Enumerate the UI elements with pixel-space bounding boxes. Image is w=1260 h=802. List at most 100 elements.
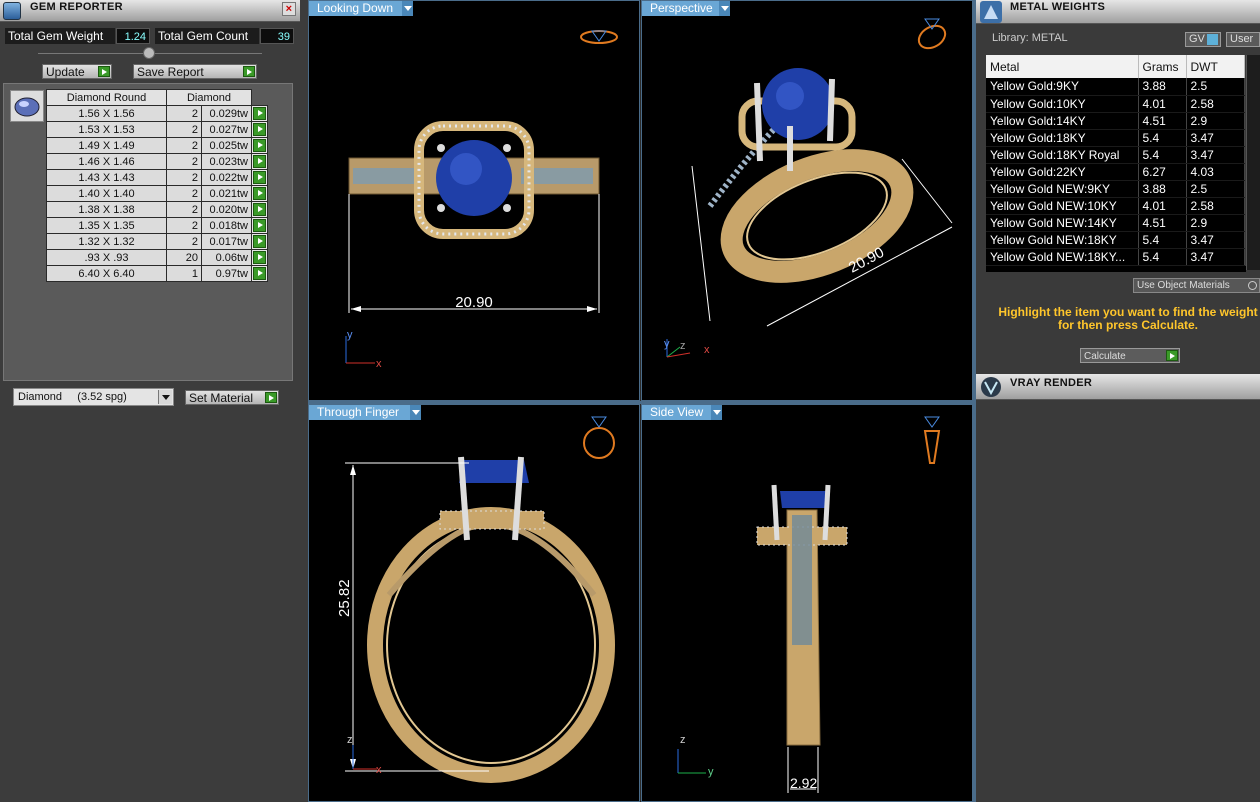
metal-grams: 4.51 bbox=[1138, 214, 1187, 232]
table-row[interactable]: 1.46 X 1.46 2 0.023tw bbox=[46, 153, 268, 170]
table-row[interactable]: Yellow Gold:18KY 5.4 3.47 bbox=[986, 129, 1245, 147]
axis-z-label: z bbox=[680, 734, 686, 746]
table-row[interactable]: Yellow Gold NEW:18KY... 5.4 3.47 bbox=[986, 248, 1245, 266]
metal-dwt: 2.58 bbox=[1186, 95, 1245, 113]
table-row[interactable]: 6.40 X 6.40 1 0.97tw bbox=[46, 265, 268, 282]
table-row[interactable]: 1.38 X 1.38 2 0.020tw bbox=[46, 201, 268, 218]
column-header-dwt[interactable]: DWT bbox=[1186, 55, 1245, 78]
gem-quantity: 2 bbox=[166, 137, 202, 154]
metal-name: Yellow Gold:22KY bbox=[986, 163, 1139, 181]
dimension-height-text: 25.82 bbox=[336, 579, 353, 617]
metal-grams: 4.01 bbox=[1138, 95, 1187, 113]
row-select-button[interactable] bbox=[251, 169, 268, 186]
table-row[interactable]: Yellow Gold:14KY 4.51 2.9 bbox=[986, 112, 1245, 130]
viewport-through-finger[interactable]: Through Finger 25.82 z x bbox=[308, 404, 640, 802]
gem-shape-thumbnail[interactable] bbox=[10, 90, 44, 122]
play-arrow-icon bbox=[243, 66, 255, 77]
gem-weight: 0.025tw bbox=[201, 137, 252, 154]
ring-side-view: 2.92 z y bbox=[677, 416, 941, 793]
gem-weight: 0.020tw bbox=[201, 201, 252, 218]
table-row[interactable]: Yellow Gold:10KY 4.01 2.58 bbox=[986, 95, 1245, 113]
table-row[interactable]: 1.40 X 1.40 2 0.021tw bbox=[46, 185, 268, 202]
use-object-materials-checkbox[interactable]: Use Object Materials bbox=[1133, 278, 1260, 293]
view-cube-icon bbox=[583, 416, 615, 459]
row-select-button[interactable] bbox=[251, 233, 268, 250]
set-material-button-label: Set Material bbox=[189, 391, 254, 405]
gem-quantity: 2 bbox=[166, 105, 202, 122]
metal-grams: 4.01 bbox=[1138, 197, 1187, 215]
total-gem-count-label: Total Gem Count bbox=[155, 28, 259, 44]
update-button[interactable]: Update bbox=[42, 64, 112, 79]
gem-reporter-app-icon bbox=[3, 2, 21, 20]
metal-table-scrollbar[interactable] bbox=[1246, 55, 1260, 270]
viewport-perspective[interactable]: Perspective 20.90 y z x bbox=[641, 0, 973, 401]
row-select-button[interactable] bbox=[251, 249, 268, 266]
table-row[interactable]: 1.53 X 1.53 2 0.027tw bbox=[46, 121, 268, 138]
vray-render-title: VRAY RENDER bbox=[1010, 377, 1093, 389]
user-toggle[interactable]: User bbox=[1226, 32, 1260, 47]
gem-quantity: 2 bbox=[166, 217, 202, 234]
gem-quantity: 2 bbox=[166, 233, 202, 250]
table-row[interactable]: 1.32 X 1.32 2 0.017tw bbox=[46, 233, 268, 250]
gem-quantity: 1 bbox=[166, 265, 202, 282]
metal-grams: 4.51 bbox=[1138, 112, 1187, 130]
viewport-looking-down[interactable]: Looking Down 20.90 y x bbox=[308, 0, 640, 401]
row-select-button[interactable] bbox=[251, 265, 268, 282]
row-select-button[interactable] bbox=[251, 121, 268, 138]
table-row[interactable]: Yellow Gold NEW:10KY 4.01 2.58 bbox=[986, 197, 1245, 215]
metal-dwt: 3.47 bbox=[1186, 129, 1245, 147]
metal-grams: 5.4 bbox=[1138, 146, 1187, 164]
gem-quantity: 2 bbox=[166, 121, 202, 138]
play-arrow-icon bbox=[253, 107, 266, 120]
row-select-button[interactable] bbox=[251, 105, 268, 122]
table-row[interactable]: Yellow Gold:18KY Royal 5.4 3.47 bbox=[986, 146, 1245, 164]
gv-toggle[interactable]: GV bbox=[1185, 32, 1221, 47]
row-select-button[interactable] bbox=[251, 153, 268, 170]
vray-render-header[interactable]: VRAY RENDER bbox=[976, 374, 1260, 400]
use-object-materials-label: Use Object Materials bbox=[1137, 280, 1230, 291]
set-material-button[interactable]: Set Material bbox=[185, 390, 279, 405]
save-report-button[interactable]: Save Report bbox=[133, 64, 257, 79]
metal-name: Yellow Gold NEW:18KY bbox=[986, 231, 1139, 249]
row-select-button[interactable] bbox=[251, 217, 268, 234]
gem-size: 1.35 X 1.35 bbox=[46, 217, 167, 234]
play-arrow-icon bbox=[253, 251, 266, 264]
table-row[interactable]: 1.35 X 1.35 2 0.018tw bbox=[46, 217, 268, 234]
vray-logo-icon bbox=[981, 377, 1001, 397]
table-row[interactable]: 1.49 X 1.49 2 0.025tw bbox=[46, 137, 268, 154]
collapse-handle-icon[interactable] bbox=[143, 47, 155, 59]
toggle-indicator-icon bbox=[1207, 34, 1218, 45]
column-header-grams[interactable]: Grams bbox=[1138, 55, 1187, 78]
table-row[interactable]: Yellow Gold:22KY 6.27 4.03 bbox=[986, 163, 1245, 181]
gem-weight: 0.018tw bbox=[201, 217, 252, 234]
viewport-side-view[interactable]: Side View 2.92 z y bbox=[641, 404, 973, 802]
material-select[interactable]: Diamond (3.52 spg) bbox=[13, 388, 174, 406]
gem-weight: 0.021tw bbox=[201, 185, 252, 202]
table-row[interactable]: Yellow Gold NEW:18KY 5.4 3.47 bbox=[986, 231, 1245, 249]
gem-weight: 0.022tw bbox=[201, 169, 252, 186]
gem-reporter-title: GEM REPORTER bbox=[30, 1, 123, 13]
radio-icon bbox=[1248, 281, 1257, 290]
row-select-button[interactable] bbox=[251, 201, 268, 218]
table-row[interactable]: Yellow Gold NEW:9KY 3.88 2.5 bbox=[986, 180, 1245, 198]
play-arrow-icon bbox=[1166, 350, 1178, 361]
table-row[interactable]: 1.43 X 1.43 2 0.022tw bbox=[46, 169, 268, 186]
metal-dwt: 3.47 bbox=[1186, 146, 1245, 164]
metal-grams: 3.88 bbox=[1138, 180, 1187, 198]
metal-table: Metal Grams DWT Yellow Gold:9KY 3.88 2.5 Ye… bbox=[986, 55, 1245, 266]
dimension-width-text: 20.90 bbox=[455, 294, 493, 311]
gem-quantity: 2 bbox=[166, 185, 202, 202]
column-header-metal[interactable]: Metal bbox=[986, 55, 1139, 78]
metal-weights-header: METAL WEIGHTS bbox=[976, 0, 1260, 24]
table-row[interactable]: 1.56 X 1.56 2 0.029tw bbox=[46, 105, 268, 122]
gem-size: 1.53 X 1.53 bbox=[46, 121, 167, 138]
row-select-button[interactable] bbox=[251, 137, 268, 154]
round-gem-icon bbox=[14, 97, 40, 117]
close-button[interactable]: × bbox=[282, 2, 296, 16]
calculate-button[interactable]: Calculate bbox=[1080, 348, 1180, 363]
table-row[interactable]: Yellow Gold:9KY 3.88 2.5 bbox=[986, 78, 1245, 96]
row-select-button[interactable] bbox=[251, 185, 268, 202]
table-row[interactable]: Yellow Gold NEW:14KY 4.51 2.9 bbox=[986, 214, 1245, 232]
gem-reporter-panel: GEM REPORTER × Total Gem Weight 1.24 Tot… bbox=[0, 0, 300, 802]
table-row[interactable]: .93 X .93 20 0.06tw bbox=[46, 249, 268, 266]
